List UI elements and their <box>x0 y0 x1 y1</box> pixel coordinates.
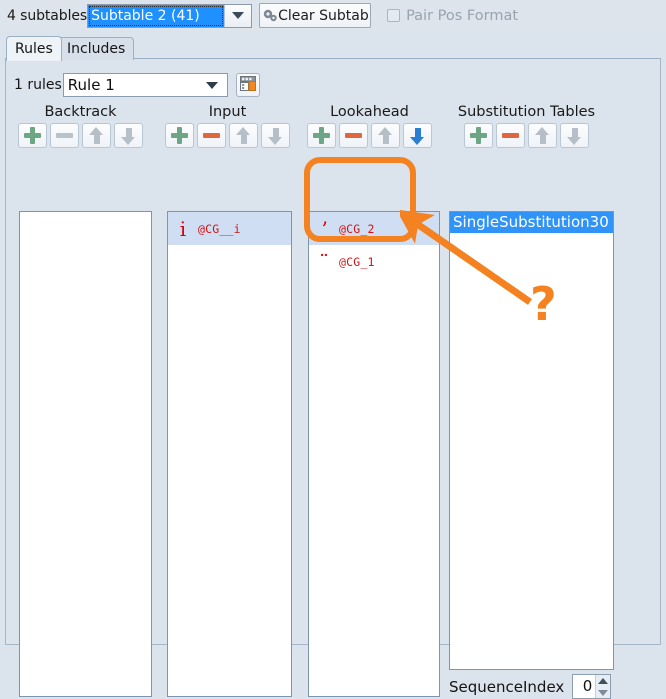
clear-subtable-label: Clear Subtable <box>278 7 372 24</box>
sequence-index-row: SequenceIndex 0 <box>449 674 612 699</box>
column-title-lookahead: Lookahead <box>330 104 409 120</box>
backtrack-toolbar <box>14 123 147 148</box>
arrow-up-icon <box>534 126 551 145</box>
lookahead-add-button[interactable] <box>307 123 336 148</box>
minus-icon <box>203 133 220 138</box>
arrow-up-icon <box>235 126 252 145</box>
table-grid-icon <box>239 75 256 95</box>
pair-pos-format-checkbox[interactable]: Pair Pos Format <box>387 8 518 24</box>
minus-icon <box>56 133 73 138</box>
lookahead-remove-button[interactable] <box>339 123 368 148</box>
lookahead-move-down-button[interactable] <box>403 123 432 148</box>
list-item[interactable]: SingleSubstitution30 <box>450 212 613 233</box>
arrow-down-icon <box>120 127 137 145</box>
stepper-down-icon[interactable] <box>596 687 610 699</box>
backtrack-remove-button[interactable] <box>50 123 79 148</box>
rules-selector-row: 1 rules Rule 1 <box>14 73 260 97</box>
rule-combobox[interactable]: Rule 1 <box>62 73 228 97</box>
lookahead-toolbar <box>303 123 436 148</box>
plus-icon <box>171 127 188 144</box>
arrow-up-icon <box>88 126 105 145</box>
input-remove-button[interactable] <box>197 123 226 148</box>
minus-icon <box>502 133 519 138</box>
stepper-up-icon[interactable] <box>596 675 610 687</box>
list-item[interactable]: ¨ @CG_1 <box>309 245 439 278</box>
sequence-index-stepper[interactable]: 0 <box>572 674 612 699</box>
column-lookahead: Lookahead <box>303 103 436 148</box>
arrow-down-icon <box>409 127 426 145</box>
input-move-up-button[interactable] <box>229 123 258 148</box>
input-toolbar <box>161 123 294 148</box>
column-input: Input <box>161 103 294 148</box>
sequence-index-label: SequenceIndex <box>449 677 565 696</box>
rules-count-label: 1 rules <box>14 77 62 93</box>
plus-icon <box>24 127 41 144</box>
glyph-preview: i <box>179 216 187 241</box>
glyph-preview: ʼ <box>320 216 328 241</box>
glyph-preview: ¨ <box>319 249 329 274</box>
input-move-down-button[interactable] <box>261 123 290 148</box>
arrow-down-icon <box>267 127 284 145</box>
lookahead-list[interactable]: ʼ @CG_2 ¨ @CG_1 <box>308 211 440 697</box>
clear-subtable-button[interactable]: Clear Subtable <box>259 3 372 28</box>
tab-rules-label: Rules <box>15 41 53 57</box>
glyph-class-name: @CG_2 <box>339 221 375 236</box>
substitution-tables-toolbar <box>444 123 609 148</box>
tab-strip: Rules Includes <box>0 33 666 61</box>
glyph-class-name: @CG__i <box>198 221 241 236</box>
top-toolbar: 4 subtables Subtable 2 (41) Clear Subtab… <box>0 0 666 31</box>
plus-icon <box>470 127 487 144</box>
plus-icon <box>313 127 330 144</box>
list-item[interactable]: i @CG__i <box>168 212 291 245</box>
substitution-tables-list[interactable]: SingleSubstitution30 <box>449 211 614 670</box>
subtables-count-label: 4 subtables <box>7 7 88 24</box>
subst-add-button[interactable] <box>464 123 493 148</box>
input-add-button[interactable] <box>165 123 194 148</box>
checkbox-box[interactable] <box>387 9 401 22</box>
chevron-down-icon[interactable] <box>224 4 252 27</box>
subst-remove-button[interactable] <box>496 123 525 148</box>
rules-panel: 1 rules Rule 1 Backtrack Input Lookahead… <box>5 58 661 699</box>
subst-move-down-button[interactable] <box>560 123 589 148</box>
pair-pos-format-label: Pair Pos Format <box>406 7 519 24</box>
backtrack-move-up-button[interactable] <box>82 123 111 148</box>
column-title-substitution-tables: Substitution Tables <box>457 104 596 120</box>
lookahead-move-up-button[interactable] <box>371 123 400 148</box>
tab-includes-label: Includes <box>67 41 126 57</box>
subst-move-up-button[interactable] <box>528 123 557 148</box>
arrow-down-icon <box>566 127 583 145</box>
input-list[interactable]: i @CG__i <box>167 211 292 697</box>
stepper-buttons[interactable] <box>595 675 611 699</box>
tab-includes[interactable]: Includes <box>58 37 135 60</box>
chevron-down-icon[interactable] <box>196 74 227 96</box>
subtable-combobox-value[interactable]: Subtable 2 (41) <box>88 4 225 27</box>
subtable-combobox[interactable]: Subtable 2 (41) <box>87 3 253 28</box>
glyph-class-name: @CG_1 <box>339 254 375 269</box>
backtrack-add-button[interactable] <box>18 123 47 148</box>
list-item[interactable]: ʼ @CG_2 <box>309 212 439 245</box>
rule-combobox-value[interactable]: Rule 1 <box>64 74 197 96</box>
column-title-backtrack: Backtrack <box>44 104 117 120</box>
backtrack-list[interactable] <box>19 211 152 697</box>
gears-icon <box>262 7 279 24</box>
backtrack-move-down-button[interactable] <box>114 123 143 148</box>
table-grid-icon-button[interactable] <box>235 73 260 97</box>
column-title-input: Input <box>208 104 247 120</box>
tab-rules[interactable]: Rules <box>6 36 62 61</box>
sequence-index-value[interactable]: 0 <box>573 675 595 698</box>
column-substitution-tables: Substitution Tables <box>444 103 609 148</box>
column-backtrack: Backtrack <box>14 103 147 148</box>
arrow-up-icon <box>377 126 394 145</box>
minus-icon <box>345 133 362 138</box>
